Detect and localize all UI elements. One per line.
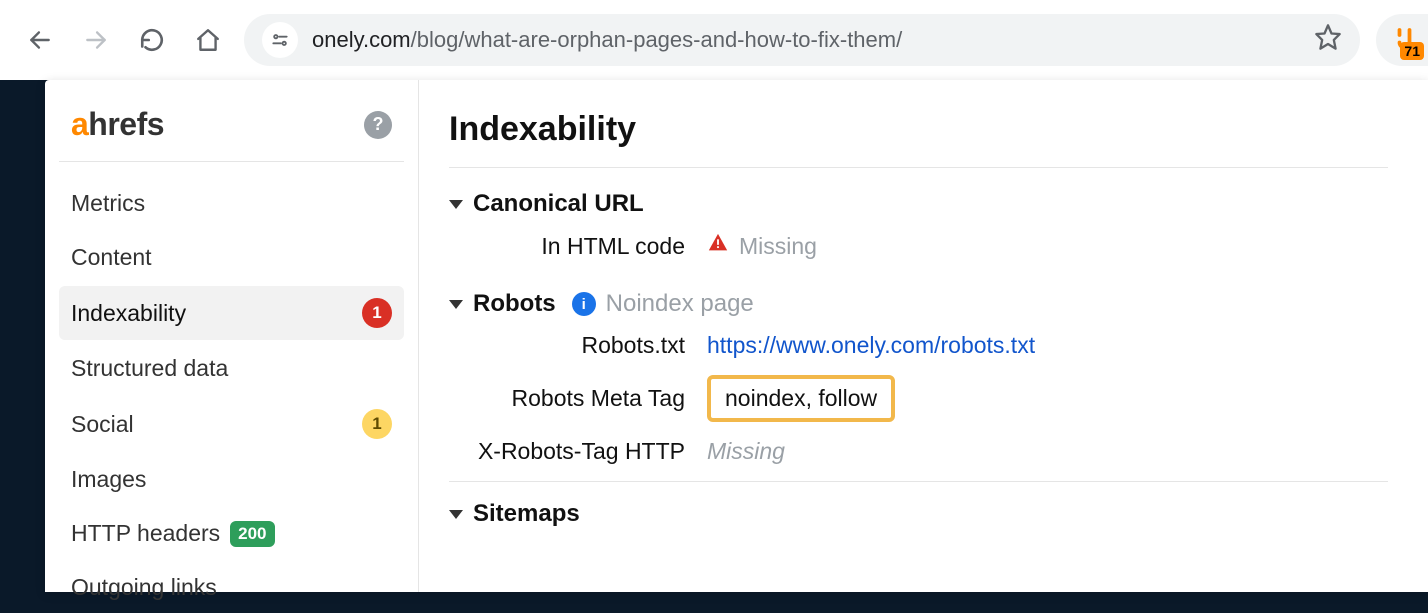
row-label: Robots Meta Tag (449, 385, 707, 412)
extension-button[interactable]: 71 (1376, 14, 1428, 66)
sidebar-item-label: Indexability (71, 300, 186, 327)
sidebar-item-label: Social (71, 411, 134, 438)
section-heading: Robots (473, 290, 556, 318)
row-label: X-Robots-Tag HTTP (449, 438, 707, 465)
sidebar-item-label: Metrics (71, 190, 145, 217)
sidebar-item-metrics[interactable]: Metrics (59, 178, 404, 229)
caret-down-icon (449, 300, 463, 309)
caret-down-icon (449, 510, 463, 519)
star-icon[interactable] (1314, 23, 1342, 57)
sidebar-item-images[interactable]: Images (59, 454, 404, 505)
sidebar-item-label: HTTP headers (71, 520, 220, 547)
divider (449, 481, 1388, 482)
sidebar-item-label: Outgoing links (71, 574, 217, 601)
error-count-badge: 1 (362, 298, 392, 328)
forward-button[interactable] (76, 20, 116, 60)
row-label: Robots.txt (449, 332, 707, 359)
main-content: Indexability Canonical URL In HTML code … (419, 80, 1428, 592)
highlighted-value: noindex, follow (707, 375, 895, 422)
row-robots-txt: Robots.txt https://www.onely.com/robots.… (449, 332, 1388, 359)
help-icon[interactable]: ? (364, 111, 392, 139)
home-button[interactable] (188, 20, 228, 60)
browser-toolbar: onely.com/blog/what-are-orphan-pages-and… (0, 0, 1428, 80)
sidebar: ahrefs ? Metrics Content Indexability 1 … (45, 80, 419, 592)
section-canonical-url[interactable]: Canonical URL (449, 190, 1388, 218)
back-button[interactable] (20, 20, 60, 60)
page-title: Indexability (449, 110, 1388, 168)
row-label: In HTML code (449, 233, 707, 260)
sidebar-item-social[interactable]: Social 1 (59, 397, 404, 451)
extension-badge-count: 71 (1400, 42, 1424, 60)
sidebar-item-content[interactable]: Content (59, 232, 404, 283)
warning-count-badge: 1 (362, 409, 392, 439)
sidebar-item-structured-data[interactable]: Structured data (59, 343, 404, 394)
sidebar-item-label: Images (71, 466, 146, 493)
sidebar-header: ahrefs ? (59, 106, 404, 162)
sidebar-item-label: Content (71, 244, 152, 271)
row-x-robots: X-Robots-Tag HTTP Missing (449, 438, 1388, 465)
row-canonical-html: In HTML code Missing (449, 232, 1388, 260)
row-value: noindex, follow (707, 375, 895, 422)
section-sitemaps[interactable]: Sitemaps (449, 500, 1388, 528)
robots-txt-link[interactable]: https://www.onely.com/robots.txt (707, 332, 1035, 359)
sidebar-item-indexability[interactable]: Indexability 1 (59, 286, 404, 340)
ahrefs-logo: ahrefs (71, 106, 164, 143)
warning-icon (707, 232, 729, 260)
row-value: Missing (707, 232, 817, 260)
info-icon[interactable]: i (572, 292, 596, 316)
site-settings-icon[interactable] (262, 22, 298, 58)
section-hint: Noindex page (606, 290, 754, 318)
caret-down-icon (449, 200, 463, 209)
reload-button[interactable] (132, 20, 172, 60)
sidebar-item-http-headers[interactable]: HTTP headers 200 (59, 508, 404, 559)
address-bar[interactable]: onely.com/blog/what-are-orphan-pages-and… (244, 14, 1360, 66)
url-text: onely.com/blog/what-are-orphan-pages-and… (312, 27, 902, 53)
extension-panel: ahrefs ? Metrics Content Indexability 1 … (45, 80, 1428, 592)
sidebar-item-label: Structured data (71, 355, 228, 382)
section-heading: Sitemaps (473, 500, 580, 528)
sidebar-item-outgoing-links[interactable]: Outgoing links (59, 562, 404, 613)
status-code-badge: 200 (230, 521, 274, 547)
row-value: Missing (707, 438, 785, 465)
row-robots-meta: Robots Meta Tag noindex, follow (449, 375, 1388, 422)
section-heading: Canonical URL (473, 190, 644, 218)
section-robots[interactable]: Robots i Noindex page (449, 290, 1388, 318)
